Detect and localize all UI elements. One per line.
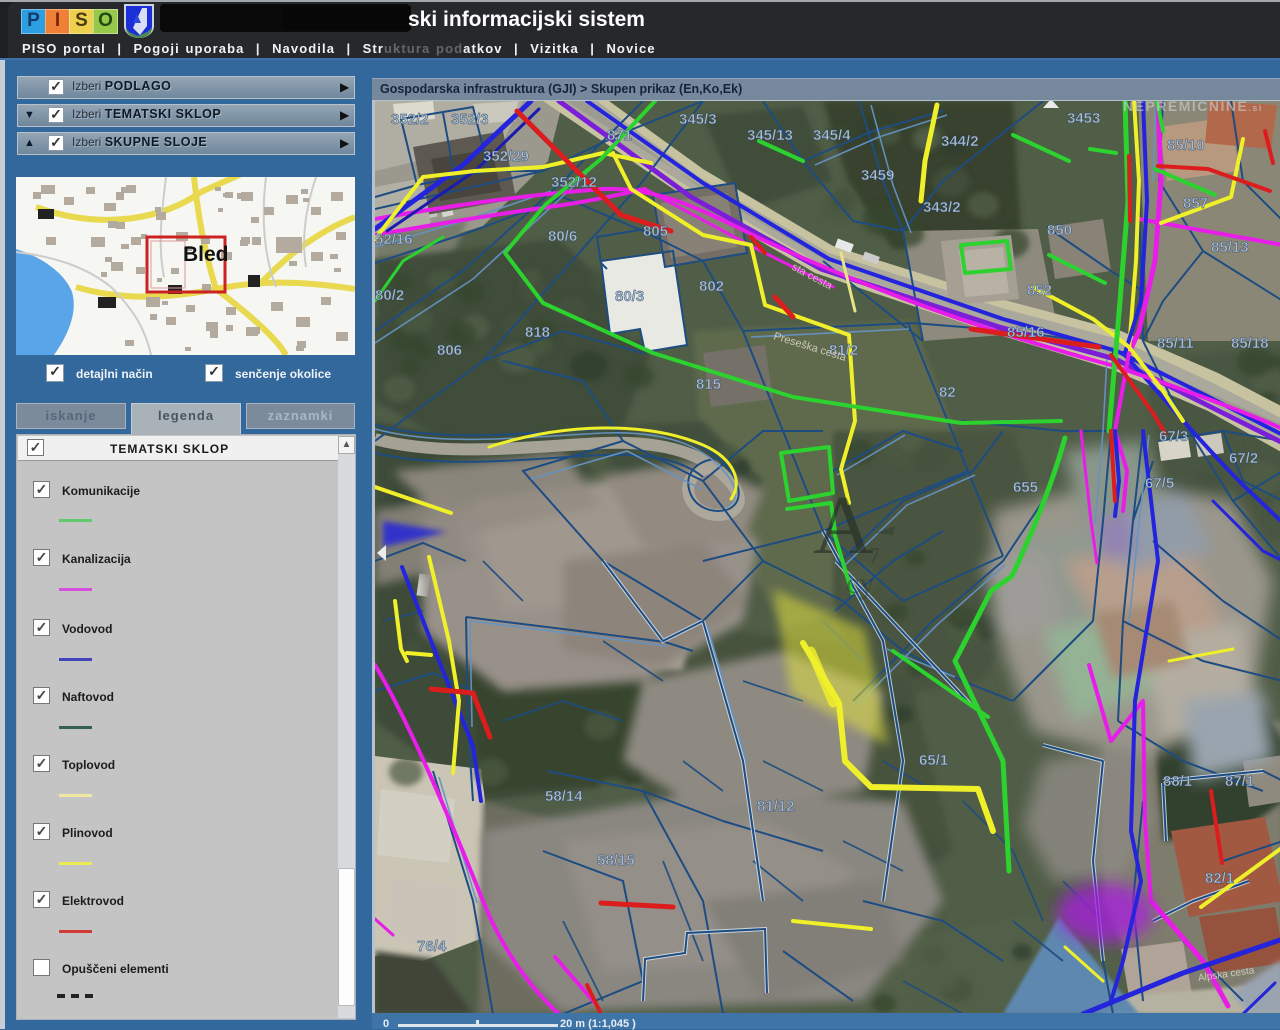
svg-text:67/5: 67/5 xyxy=(1145,475,1174,492)
svg-text:345/4: 345/4 xyxy=(813,127,851,144)
svg-text:818: 818 xyxy=(525,324,550,341)
svg-text:81/12: 81/12 xyxy=(757,798,795,815)
svg-text:805: 805 xyxy=(643,223,668,240)
svg-text:85/11: 85/11 xyxy=(1157,335,1194,352)
svg-text:80/6: 80/6 xyxy=(548,228,577,245)
svg-text:58/14: 58/14 xyxy=(545,788,583,805)
svg-text:85/10: 85/10 xyxy=(1167,137,1205,154)
svg-text:352/3: 352/3 xyxy=(451,111,489,128)
svg-text:345/13: 345/13 xyxy=(747,127,793,144)
svg-text:Bled: Bled xyxy=(183,243,229,266)
svg-text:82/1: 82/1 xyxy=(1205,870,1234,887)
svg-text:88/1: 88/1 xyxy=(1163,773,1192,790)
svg-text:7: 7 xyxy=(869,543,880,568)
svg-text:cy: cy xyxy=(846,567,874,600)
svg-text:80/2: 80/2 xyxy=(375,287,404,304)
svg-text:58/15: 58/15 xyxy=(597,852,635,869)
svg-text:352/12: 352/12 xyxy=(551,174,597,191)
svg-text:85/16: 85/16 xyxy=(1007,324,1045,341)
svg-text:NEPREMICNINE.si: NEPREMICNINE.si xyxy=(1123,101,1263,114)
svg-text:806: 806 xyxy=(437,342,462,359)
svg-text:352/29: 352/29 xyxy=(483,148,529,165)
svg-text:85/18: 85/18 xyxy=(1231,335,1269,352)
svg-text:76/4: 76/4 xyxy=(417,938,447,955)
svg-text:802: 802 xyxy=(699,278,724,295)
svg-text:3453: 3453 xyxy=(1067,110,1100,127)
svg-text:52/16: 52/16 xyxy=(375,231,413,248)
svg-text:871: 871 xyxy=(607,127,632,144)
svg-text:87/1: 87/1 xyxy=(1225,773,1254,790)
svg-text:80/3: 80/3 xyxy=(615,288,644,305)
svg-text:655: 655 xyxy=(1013,479,1038,496)
svg-text:850: 850 xyxy=(1047,222,1072,239)
svg-text:343/2: 343/2 xyxy=(923,199,961,216)
svg-text:85/13: 85/13 xyxy=(1211,239,1249,256)
svg-text:345/3: 345/3 xyxy=(679,111,717,128)
svg-text:852: 852 xyxy=(1027,282,1052,299)
svg-text:82: 82 xyxy=(939,384,956,401)
svg-text:344/2: 344/2 xyxy=(941,133,979,150)
svg-text:352/2: 352/2 xyxy=(391,111,429,128)
svg-text:A: A xyxy=(813,479,874,572)
svg-text:815: 815 xyxy=(696,376,721,393)
svg-text:67/2: 67/2 xyxy=(1229,450,1258,467)
svg-text:3459: 3459 xyxy=(861,167,894,184)
svg-text:857: 857 xyxy=(1183,195,1208,212)
svg-text:67/3: 67/3 xyxy=(1159,428,1188,445)
svg-text:65/1: 65/1 xyxy=(919,752,948,769)
